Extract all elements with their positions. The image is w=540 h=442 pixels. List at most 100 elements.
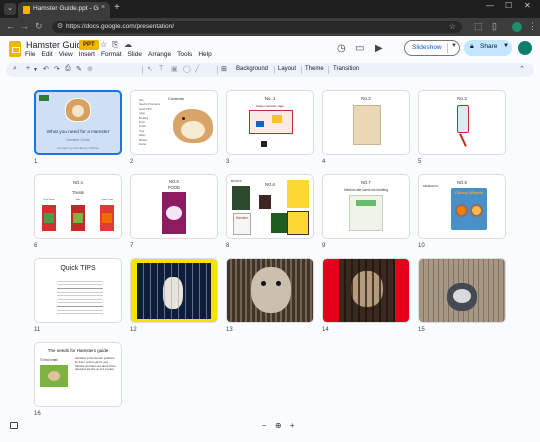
comments-icon[interactable]: ▭ <box>355 43 364 54</box>
slides-logo-icon[interactable] <box>9 41 21 57</box>
slide-thumbnail-5[interactable]: No.3 <box>418 90 506 155</box>
divider <box>328 66 329 74</box>
version-history-icon[interactable]: ◷ <box>337 43 346 54</box>
slide-footer: A project by the Harvey children <box>56 146 100 150</box>
background-button[interactable]: Background <box>236 66 268 72</box>
browser-tab-bar: ⌄ Hamster Guide.ppt - Google Sli × + — ☐… <box>0 0 540 18</box>
menu-slide[interactable]: Slide <box>128 51 142 60</box>
cloud-status-icon[interactable]: ☁ <box>124 40 132 49</box>
slide-thumbnail-12[interactable] <box>130 258 218 323</box>
zoom-icon[interactable]: ⊕ <box>275 421 282 430</box>
omnibox[interactable]: ⚙ https://docs.google.com/presentation/ … <box>52 21 462 33</box>
close-window-icon[interactable]: ✕ <box>524 1 531 10</box>
menu-help[interactable]: Help <box>198 51 211 60</box>
maximize-icon[interactable]: ☐ <box>505 1 512 10</box>
slide-thumbnail-16[interactable]: The needs for Hamsters guide To find sma… <box>34 342 122 407</box>
slide-thumbnail-14[interactable] <box>322 258 410 323</box>
slide-caption: Treats <box>72 190 84 195</box>
slide-thumbnail-8[interactable]: BOOKS NO.6 Hamster <box>226 174 314 239</box>
text-box-icon[interactable]: T <box>159 65 163 72</box>
bedding-image <box>349 195 383 231</box>
profile-avatar[interactable] <box>512 22 522 32</box>
comment-add-icon[interactable]: ⊞ <box>221 65 227 73</box>
slide-caption: Medium alle sized use bedding <box>344 188 388 192</box>
slide-number: 14 <box>322 327 329 333</box>
slide-thumbnail-2[interactable]: Contents Title Need for Hamsters Quick T… <box>130 90 218 155</box>
extensions-icon[interactable]: ⬚ <box>474 21 483 32</box>
chevron-down-icon[interactable]: ▼ <box>33 67 38 73</box>
menu-edit[interactable]: Edit <box>41 51 52 60</box>
slide-thumbnail-3[interactable]: No. 1 Happy hamster cage <box>226 90 314 155</box>
slide-thumbnail-7[interactable]: NO.5 FOOD <box>130 174 218 239</box>
hamster-photo <box>137 263 211 319</box>
reload-icon[interactable]: ↻ <box>35 21 43 32</box>
slide-thumbnail-11[interactable]: Quick TIPS <box>34 258 122 323</box>
zoom-controls: − ⊕ + <box>262 421 295 430</box>
slide-number: 12 <box>130 327 137 333</box>
slide-number: 4 <box>322 159 326 165</box>
menu-file[interactable]: File <box>25 51 35 60</box>
divider <box>142 66 143 74</box>
close-tab-icon[interactable]: × <box>101 4 105 11</box>
menu-tools[interactable]: Tools <box>177 51 192 60</box>
slide-number: 1 <box>34 159 38 165</box>
slide-thumbnail-4[interactable]: No.2 <box>322 90 410 155</box>
slide-thumbnail-10[interactable]: MINERALS NO.8 Chewy Wheels <box>418 174 506 239</box>
layout-button[interactable]: Layout <box>278 66 296 72</box>
share-button[interactable]: 🔒︎ Share ▼ <box>464 40 512 56</box>
forward-icon[interactable]: → <box>20 21 29 31</box>
menu-format[interactable]: Format <box>101 51 122 60</box>
slide-caption: To find small <box>40 358 58 362</box>
move-folder-icon[interactable]: ⎘ <box>112 40 118 50</box>
slide-thumbnail-1[interactable]: What you need for a Hamster Hamster Guid… <box>34 90 122 155</box>
browser-tab[interactable]: Hamster Guide.ppt - Google Sli × <box>18 2 110 18</box>
transition-button[interactable]: Transition <box>333 66 359 72</box>
theme-button[interactable]: Theme <box>305 66 324 72</box>
chevron-down-icon[interactable]: ▼ <box>451 43 457 49</box>
new-tab-button[interactable]: + <box>114 2 120 13</box>
meet-icon[interactable]: ▶ <box>375 43 383 54</box>
collapse-toolbar-icon[interactable]: ⌃ <box>519 65 525 73</box>
document-title[interactable]: Hamster Guide <box>26 40 87 50</box>
slide-thumbnail-9[interactable]: NO.7 Medium alle sized use bedding <box>322 174 410 239</box>
print-icon[interactable]: ⎙ <box>65 65 71 73</box>
new-slide-icon[interactable]: + <box>26 65 30 72</box>
zoom-in-icon[interactable]: + <box>290 421 295 430</box>
menu-arrange[interactable]: Arrange <box>148 51 171 60</box>
menu-view[interactable]: View <box>59 51 73 60</box>
hamster-image <box>173 109 213 143</box>
slide-thumbnail-15[interactable] <box>418 258 506 323</box>
zoom-icon[interactable]: ⊕ <box>87 65 93 73</box>
slideshow-button[interactable]: Slideshow ▼ <box>404 40 460 56</box>
shape-icon[interactable]: ◯ <box>183 65 191 73</box>
account-avatar[interactable] <box>518 41 532 55</box>
bookmark-star-icon[interactable]: ☆ <box>449 22 456 31</box>
browser-menu-icon[interactable]: ⋮ <box>528 21 537 32</box>
minimize-icon[interactable]: — <box>486 1 494 10</box>
filmstrip-toggle-icon[interactable] <box>10 422 18 429</box>
image-icon[interactable]: ▣ <box>171 65 178 73</box>
tab-search-icon[interactable]: ⌄ <box>4 3 16 15</box>
hamster-photo <box>339 259 395 322</box>
site-info-icon[interactable]: ⚙ <box>57 22 63 30</box>
back-icon[interactable]: ← <box>6 21 15 31</box>
line-icon[interactable]: ╱ <box>195 65 199 73</box>
redo-icon[interactable]: ↷ <box>54 65 60 73</box>
undo-icon[interactable]: ↶ <box>43 65 49 73</box>
paint-format-icon[interactable]: ✎ <box>76 65 82 73</box>
zoom-out-icon[interactable]: − <box>262 421 267 430</box>
slide-thumbnail-6[interactable]: NO.4 Treats Fruit Treats Nuts Carrot Tre… <box>34 174 122 239</box>
slide-title: What you need for a Hamster <box>46 130 110 135</box>
slide-number: 6 <box>34 243 38 249</box>
search-menus-icon[interactable]: ⌕ <box>13 65 17 73</box>
select-icon[interactable]: ↖ <box>147 65 153 73</box>
star-icon[interactable]: ☆ <box>100 40 107 49</box>
book-image <box>259 195 271 209</box>
slide-title: NO.8 <box>457 180 467 185</box>
chevron-down-icon[interactable]: ▼ <box>503 43 509 49</box>
side-panel-icon[interactable]: ▯ <box>492 21 497 32</box>
tab-title: Hamster Guide.ppt - Google Sli <box>33 5 99 12</box>
slide-thumbnail-13[interactable] <box>226 258 314 323</box>
slide-caption: FOOD <box>167 185 181 190</box>
menu-insert[interactable]: Insert <box>79 51 95 60</box>
